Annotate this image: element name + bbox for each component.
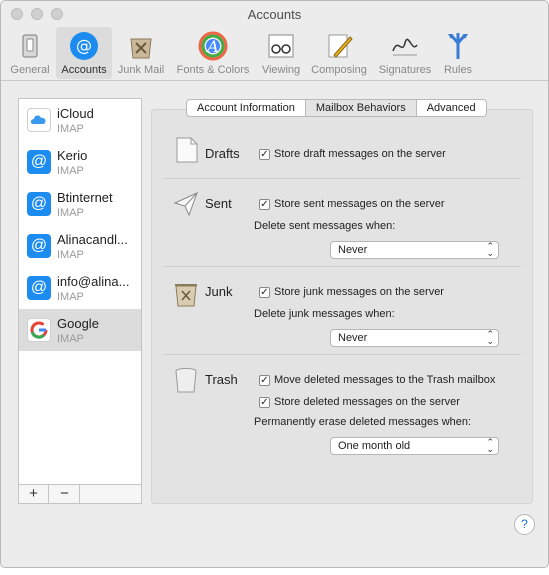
store-junk-checkbox[interactable]: ✓ [259,287,270,298]
at-icon: @ [27,192,51,216]
icloud-icon [27,108,51,132]
toolbar-viewing[interactable]: Viewing [258,27,304,79]
section-divider [163,178,521,179]
drafts-title: Drafts [205,146,240,161]
delete-sent-select[interactable]: Never ⌃ ⌄ [330,241,499,259]
viewing-glasses-icon [268,34,294,58]
titlebar: Accounts [1,1,548,27]
account-name: Kerio [57,148,88,163]
erase-deleted-select[interactable]: One month old ⌃ ⌄ [330,437,499,455]
store-drafts-label: Store draft messages on the server [274,148,446,160]
account-google[interactable]: Google IMAP [19,309,141,351]
account-name: Btinternet [57,190,113,205]
toolbar-fonts-colors[interactable]: A Fonts & Colors [171,27,255,79]
drafts-document-icon [176,137,198,163]
composing-pencil-icon [328,34,353,58]
section-divider [163,266,521,267]
preferences-toolbar: General @ Accounts Junk Mail A Fonts & C… [1,25,548,81]
store-junk-label: Store junk messages on the server [274,286,444,298]
fonts-colors-icon: A [198,31,228,61]
junk-bin-icon [130,38,152,59]
account-kerio[interactable]: @ Kerio IMAP [19,141,141,183]
section-divider [163,354,521,355]
delete-junk-label: Delete junk messages when: [254,308,395,320]
trash-title: Trash [205,372,238,387]
remove-account-button[interactable]: − [50,485,80,503]
junk-title: Junk [205,284,233,299]
account-name: info@alina... [57,274,130,289]
move-to-trash-checkbox[interactable]: ✓ [259,375,270,386]
erase-deleted-value: One month old [338,440,411,452]
account-name: iCloud [57,106,94,121]
delete-junk-value: Never [338,332,368,344]
account-btinternet[interactable]: @ Btinternet IMAP [19,183,141,225]
trash-can-icon [175,368,197,393]
account-name: Alinacandl... [57,232,128,247]
rules-arrows-icon [448,33,468,59]
store-sent-label: Store sent messages on the server [274,198,445,210]
account-type: IMAP [57,333,84,345]
account-type: IMAP [57,123,84,135]
erase-deleted-label: Permanently erase deleted messages when: [254,416,472,428]
window-title: Accounts [247,7,302,22]
store-sent-checkbox[interactable]: ✓ [259,199,270,210]
accounts-list-footer: + − [19,484,141,503]
toolbar-label: Fonts & Colors [176,64,250,76]
tab-advanced[interactable]: Advanced [417,100,486,116]
move-to-trash-label: Move deleted messages to the Trash mailb… [274,374,496,386]
accounts-list: iCloud IMAP @ Kerio IMAP @ Btinternet IM… [18,98,142,504]
select-chevrons-icon: ⌃ ⌄ [486,329,494,346]
account-icloud[interactable]: iCloud IMAP [19,99,141,141]
delete-sent-value: Never [338,244,368,256]
sent-title: Sent [205,196,232,211]
tab-account-information[interactable]: Account Information [187,100,306,116]
delete-junk-select[interactable]: Never ⌃ ⌄ [330,329,499,347]
account-type: IMAP [57,291,84,303]
help-button[interactable]: ? [514,514,535,535]
select-chevrons-icon: ⌃ ⌄ [486,437,494,454]
store-drafts-checkbox[interactable]: ✓ [259,149,270,160]
toolbar-label: Junk Mail [117,64,165,76]
account-type: IMAP [57,165,84,177]
toolbar-label: Composing [311,64,367,76]
toolbar-label: General [10,64,50,76]
at-icon: @ [27,150,51,174]
store-deleted-label: Store deleted messages on the server [274,396,460,408]
toolbar-label: Signatures [378,64,432,76]
select-chevrons-icon: ⌃ ⌄ [486,241,494,258]
account-tabs: Account Information Mailbox Behaviors Ad… [186,99,487,117]
delete-sent-label: Delete sent messages when: [254,220,396,232]
signature-icon [392,38,418,56]
account-type: IMAP [57,249,84,261]
account-info-alina[interactable]: @ info@alina... IMAP [19,267,141,309]
sent-paper-plane-icon [173,192,198,217]
tab-mailbox-behaviors[interactable]: Mailbox Behaviors [305,100,417,116]
general-switch-icon [22,34,38,58]
svg-text:@: @ [76,36,92,55]
at-sign-icon: @ [70,32,98,60]
toolbar-accounts[interactable]: @ Accounts [56,27,112,79]
accounts-window: Accounts General @ Accounts Junk Mail A … [0,0,549,568]
toolbar-label: Rules [443,64,473,76]
toolbar-general[interactable]: General [7,27,53,79]
at-icon: @ [27,234,51,258]
account-alinacandl[interactable]: @ Alinacandl... IMAP [19,225,141,267]
toolbar-signatures[interactable]: Signatures [374,27,436,79]
add-account-button[interactable]: + [19,485,49,503]
toolbar-label: Accounts [61,64,107,76]
toolbar-label: Viewing [261,64,301,76]
junk-bin-icon [175,284,197,307]
google-icon [27,318,51,342]
toolbar-composing[interactable]: Composing [307,27,371,79]
account-type: IMAP [57,207,84,219]
svg-text:A: A [205,37,219,56]
account-name: Google [57,316,99,331]
toolbar-rules[interactable]: Rules [439,27,477,79]
toolbar-junk-mail[interactable]: Junk Mail [114,27,168,79]
at-icon: @ [27,276,51,300]
store-deleted-checkbox[interactable]: ✓ [259,397,270,408]
